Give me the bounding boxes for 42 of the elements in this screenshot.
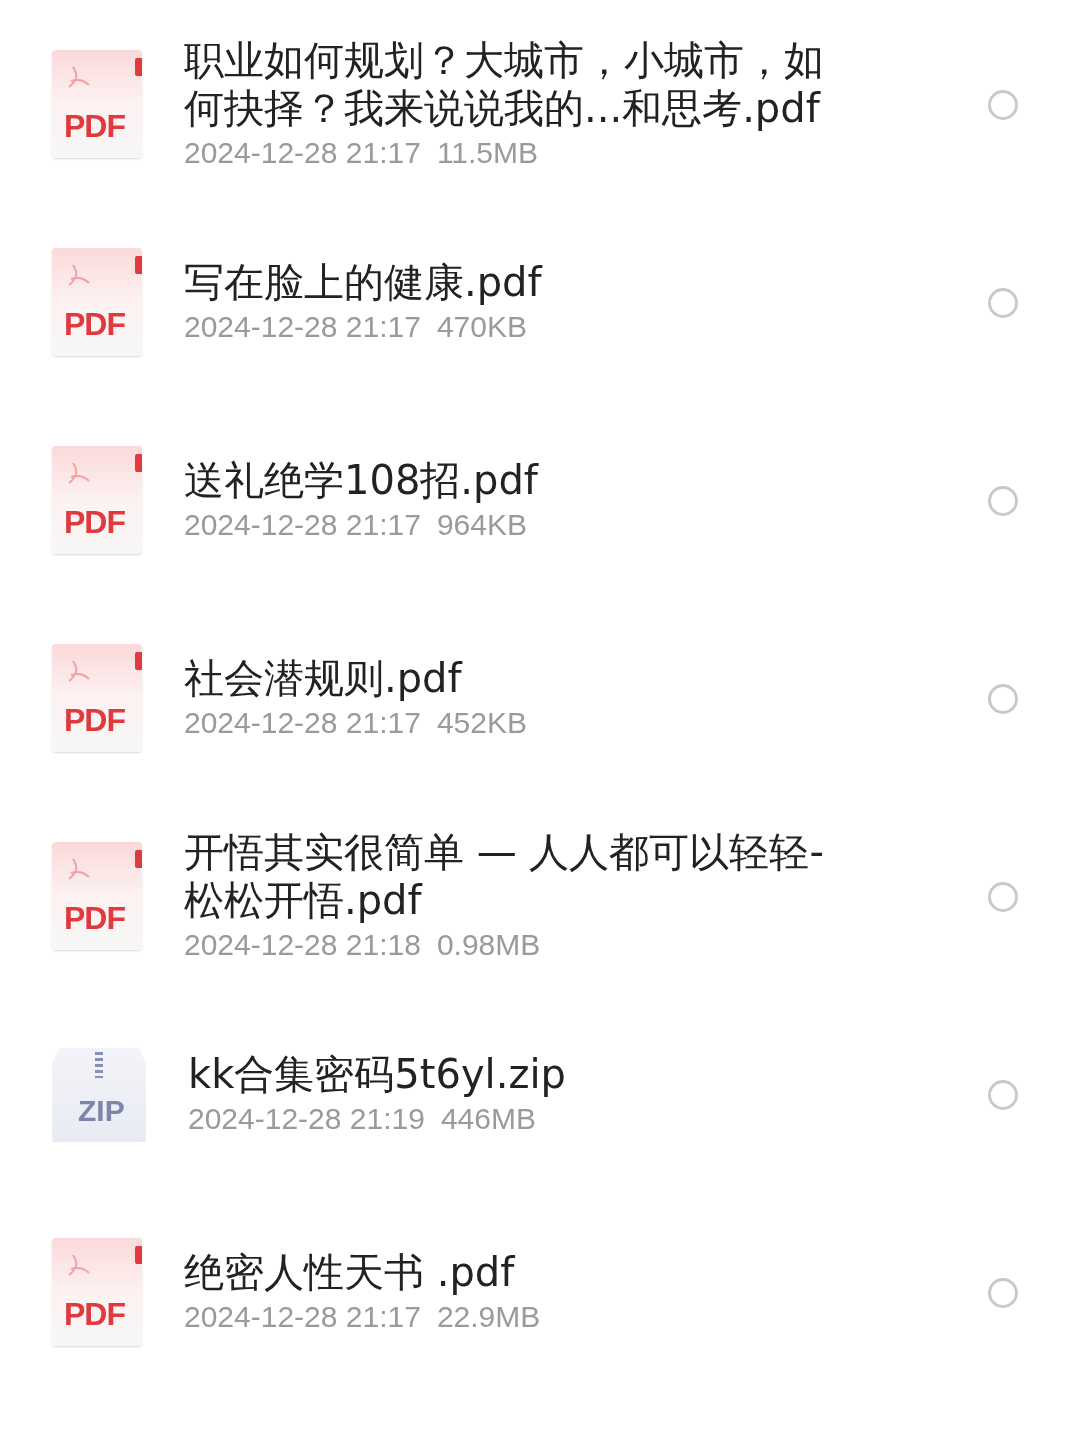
file-type-label: PDF (64, 306, 125, 343)
file-name: 绝密人性天书 .pdf (184, 1248, 516, 1296)
file-size: 470KB (436, 309, 527, 345)
select-radio[interactable] (988, 90, 1018, 120)
file-name: 职业如何规划？大城市，小城市，如何抉择？我来说说我的...和思考.pdf (184, 36, 825, 132)
file-type-label: PDF (64, 702, 125, 739)
file-date: 2024-12-28 21:19 (188, 1101, 425, 1137)
file-date: 2024-12-28 21:17 (184, 705, 421, 741)
bookmark-tab-icon (135, 850, 142, 868)
bookmark-tab-icon (135, 454, 142, 472)
bookmark-tab-icon (135, 1246, 142, 1264)
bookmark-tab-icon (135, 652, 142, 670)
file-name: kk合集密码5t6yl.zip (188, 1050, 567, 1098)
file-size: 964KB (436, 507, 527, 543)
file-name: 社会潜规则.pdf (184, 654, 464, 702)
file-size: 11.5MB (436, 135, 539, 171)
file-size: 452KB (436, 705, 527, 741)
file-size: 0.98MB (436, 927, 541, 963)
file-date: 2024-12-28 21:18 (184, 927, 421, 963)
select-radio[interactable] (988, 288, 1018, 318)
bookmark-tab-icon (135, 256, 142, 274)
select-radio[interactable] (988, 684, 1018, 714)
select-radio[interactable] (988, 882, 1018, 912)
select-radio[interactable] (988, 486, 1018, 516)
file-type-label: PDF (64, 108, 125, 145)
file-type-label: PDF (64, 1296, 125, 1333)
file-name: 写在脸上的健康.pdf (184, 258, 544, 306)
file-date: 2024-12-28 21:17 (184, 309, 421, 345)
file-type-label: ZIP (78, 1094, 125, 1128)
file-type-label: PDF (64, 504, 125, 541)
bookmark-tab-icon (135, 58, 142, 76)
file-date: 2024-12-28 21:17 (184, 135, 421, 171)
file-size: 22.9MB (436, 1299, 541, 1335)
select-radio[interactable] (988, 1278, 1018, 1308)
file-name: 送礼绝学108招.pdf (184, 456, 540, 504)
select-radio[interactable] (988, 1080, 1018, 1110)
file-type-label: PDF (64, 900, 125, 937)
file-date: 2024-12-28 21:17 (184, 507, 421, 543)
file-name: 开悟其实很简单 — 人人都可以轻轻-松松开悟.pdf (184, 828, 825, 924)
file-date: 2024-12-28 21:17 (184, 1299, 421, 1335)
zipper-icon (95, 1052, 103, 1078)
file-size: 446MB (440, 1101, 536, 1137)
